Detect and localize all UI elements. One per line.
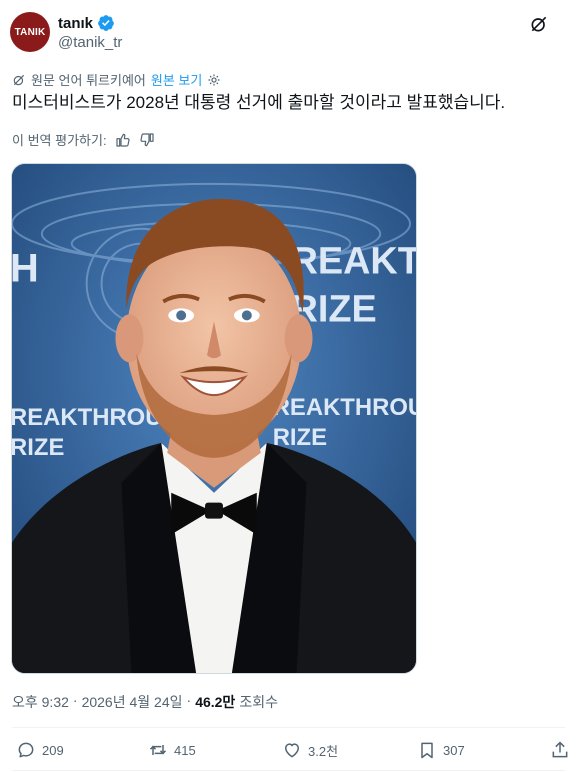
rate-translation: 이 번역 평가하기: [12, 130, 155, 149]
thumbs-up-icon[interactable] [115, 132, 131, 148]
views-count: 46.2만 [195, 694, 236, 710]
name-row: tanık [58, 14, 115, 32]
avatar[interactable]: TANIK [10, 12, 50, 52]
bookmark-count: 307 [443, 742, 465, 758]
translation-info: 원문 언어 튀르키예어 원본 보기 [12, 70, 221, 89]
backdrop-text-left2: RIZE [12, 434, 64, 461]
heart-icon [285, 743, 299, 758]
repost-button[interactable]: 415 [148, 740, 196, 760]
grok-icon[interactable] [529, 14, 549, 34]
verified-badge-icon [98, 15, 114, 31]
tweet-meta: 오후 9:32 · 2026년 4월 24일 · 46.2만 조회수 [12, 692, 278, 712]
repost-icon [149, 745, 167, 755]
repost-count: 415 [174, 742, 196, 758]
handle[interactable]: @tanik_tr [58, 34, 122, 51]
display-name[interactable]: tanık [58, 15, 93, 32]
like-count: 3.2천 [308, 743, 339, 759]
bookmark-button[interactable]: 307 [417, 740, 465, 760]
rate-translation-label: 이 번역 평가하기: [12, 133, 107, 148]
tweet-time[interactable]: 오후 9:32 [12, 692, 69, 712]
meta-separator: · [186, 692, 192, 708]
divider [12, 727, 565, 728]
backdrop-letter: H [12, 247, 39, 291]
reply-count: 209 [42, 742, 64, 758]
divider [12, 770, 565, 771]
tweet-date[interactable]: 2026년 4월 24일 [82, 692, 183, 712]
action-bar: 209 415 3.2천 307 [12, 740, 569, 764]
reply-icon [18, 742, 34, 758]
tweet-photo[interactable]: H REAKTH RIZE REAKTHROU RIZE REAKTHROUG … [11, 163, 417, 674]
backdrop-text-right: REAKTH [291, 241, 416, 283]
tweet-text: 미스터비스트가 2028년 대통령 선거에 출마할 것이라고 발표했습니다. [12, 93, 506, 112]
photo-illustration: H REAKTH RIZE REAKTHROU RIZE REAKTHROUG … [12, 164, 416, 673]
like-button[interactable]: 3.2천 [282, 740, 338, 760]
gear-icon[interactable] [207, 73, 221, 87]
share-button[interactable] [550, 740, 570, 760]
tweet-header: TANIK tanık @tanik_tr [10, 12, 567, 56]
reply-button[interactable]: 209 [16, 740, 64, 760]
backdrop-text-left: REAKTHROU [12, 404, 162, 431]
backdrop-text-right3: REAKTHROUG [273, 394, 416, 421]
views-label: 조회수 [239, 694, 278, 710]
meta-separator: · [72, 692, 78, 708]
bookmark-icon [421, 742, 433, 759]
grok-small-icon [13, 74, 25, 85]
avatar-text: TANIK [14, 26, 46, 38]
source-language-label: 원문 언어 튀르키예어 [31, 73, 146, 88]
show-original-link[interactable]: 원본 보기 [151, 70, 202, 89]
share-icon [552, 741, 568, 758]
thumbs-down-icon[interactable] [139, 132, 155, 148]
